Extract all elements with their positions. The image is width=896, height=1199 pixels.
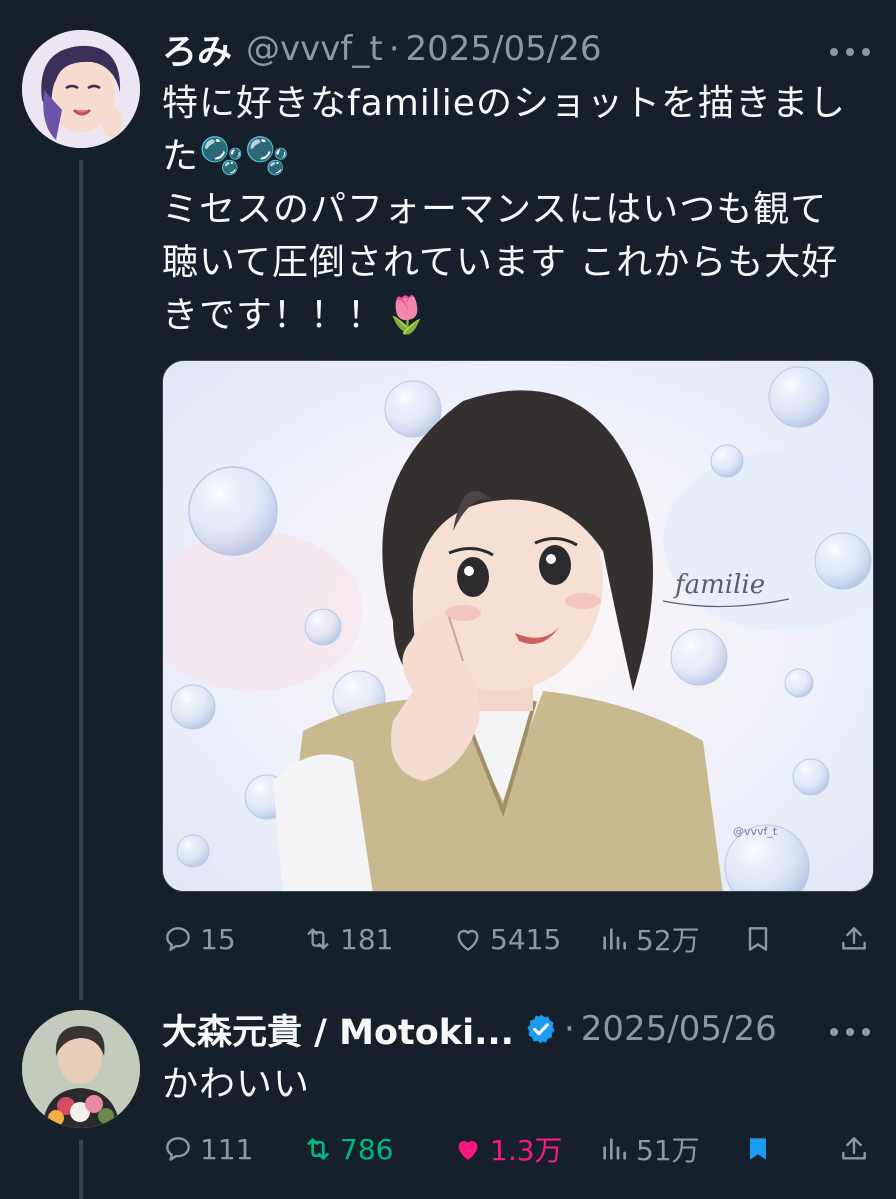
reply-tweet-header: 大森元貴 / Motoki... · 2025/05/26 — [162, 1004, 777, 1055]
bookmark-icon — [748, 927, 768, 951]
like-icon — [457, 929, 479, 951]
reply-icon — [166, 927, 190, 951]
image-watermark: @vvvf_t — [733, 825, 778, 838]
bookmark-button[interactable] — [742, 914, 774, 964]
tweet-text-line: た🫧🫧 — [162, 136, 291, 177]
reply-author-avatar[interactable] — [22, 1010, 140, 1128]
tweet-text-line: きです！！！🌷 — [162, 295, 430, 336]
share-icon — [842, 1137, 866, 1160]
tweet-text-line: 特に好きなfamilieのショットを描きまし — [162, 83, 846, 124]
author-avatar[interactable] — [22, 30, 140, 148]
header-separator: · — [563, 1009, 575, 1049]
reply-icon — [166, 1137, 190, 1161]
bookmark-icon — [750, 1138, 766, 1160]
retweet-button-active[interactable]: 786 — [302, 1124, 393, 1174]
like-button[interactable]: 5415 — [452, 914, 561, 964]
views-count: 51万 — [636, 1134, 700, 1167]
reply-tweet-date[interactable]: 2025/05/26 — [581, 1009, 777, 1049]
tweet-header: ろみ @vvvf_t · 2025/05/26 — [162, 24, 602, 75]
header-separator: · — [388, 29, 400, 69]
retweet-count: 181 — [340, 922, 394, 956]
like-icon — [458, 1141, 478, 1160]
like-count: 5415 — [490, 922, 562, 956]
retweet-icon — [307, 928, 329, 950]
reply-tweet-actions: 111 786 1.3万 51万 — [162, 1124, 874, 1174]
share-icon — [842, 927, 866, 950]
tweet-text-line: 聴いて圧倒されています これからも大好 — [162, 242, 839, 283]
more-icon[interactable] — [830, 1022, 870, 1042]
tweet-text-line: ミセスのパフォーマンスにはいつも観て — [162, 189, 828, 230]
retweet-icon — [307, 1138, 329, 1160]
retweet-count: 786 — [340, 1132, 394, 1166]
image-signature: familie — [673, 570, 765, 600]
retweet-button[interactable]: 181 — [302, 914, 393, 964]
reply-count: 111 — [200, 1132, 254, 1166]
views-icon — [603, 928, 626, 950]
share-button[interactable] — [838, 914, 870, 964]
reply-tweet-body: かわいい — [162, 1058, 872, 1111]
more-icon[interactable] — [830, 42, 870, 62]
tweet-image-illustration[interactable]: familie @vvvf_t — [162, 360, 874, 892]
share-button[interactable] — [838, 1124, 870, 1174]
reply-button[interactable]: 15 — [162, 914, 236, 964]
views-button[interactable]: 52万 — [598, 914, 700, 964]
tweet-actions: 15 181 5415 52万 — [162, 914, 874, 964]
reply-author-name[interactable]: 大森元貴 / Motoki... — [162, 1004, 514, 1055]
tweet-date[interactable]: 2025/05/26 — [406, 29, 602, 69]
views-icon — [603, 1138, 626, 1160]
author-handle[interactable]: @vvvf_t — [246, 29, 383, 69]
reply-count: 15 — [200, 922, 236, 956]
reply-tweet-text: かわいい — [162, 1064, 311, 1105]
author-name[interactable]: ろみ — [162, 24, 232, 75]
bookmark-button-active[interactable] — [742, 1124, 774, 1174]
reply-button[interactable]: 111 — [162, 1124, 253, 1174]
like-count: 1.3万 — [490, 1134, 563, 1167]
thread-connector-line-bottom — [79, 1140, 83, 1199]
views-button[interactable]: 51万 — [598, 1124, 700, 1174]
thread-connector-line — [79, 160, 83, 1000]
views-count: 52万 — [636, 924, 700, 957]
verified-badge-icon — [524, 1012, 558, 1046]
like-button-active[interactable]: 1.3万 — [452, 1124, 563, 1174]
tweet-body: 特に好きなfamilieのショットを描きまし た🫧🫧 ミセスのパフォーマンスには… — [162, 77, 872, 342]
